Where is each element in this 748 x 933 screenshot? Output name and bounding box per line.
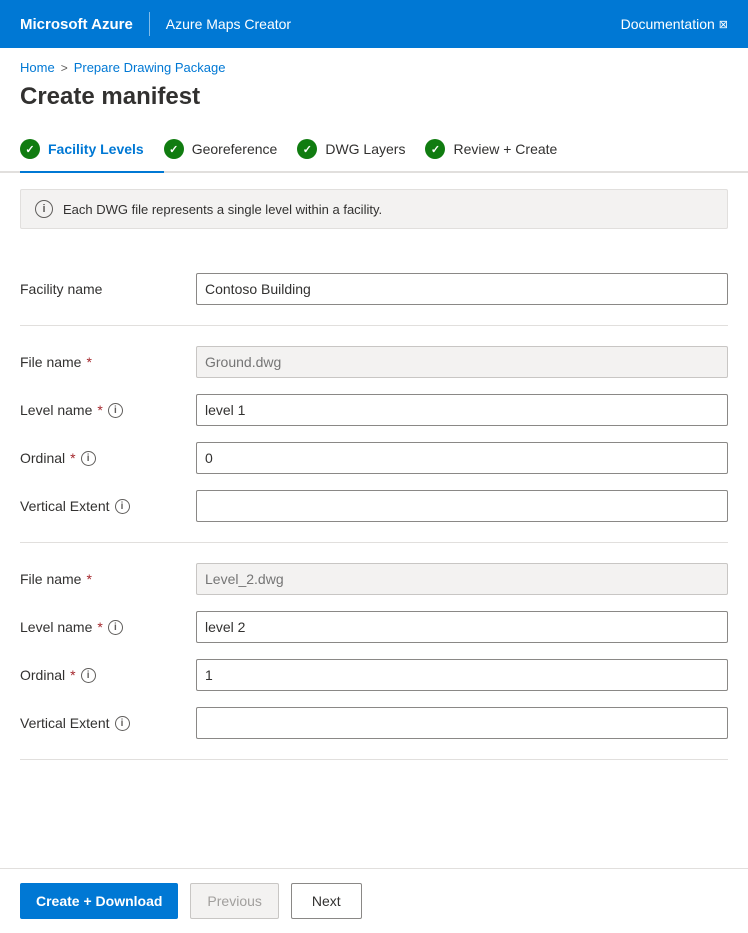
level1-filename-label: File name *: [20, 354, 180, 370]
top-navigation: Microsoft Azure Azure Maps Creator Docum…: [0, 0, 748, 48]
level1-levelname-label: Level name * i: [20, 402, 180, 418]
step-dwg-layers[interactable]: ✓ DWG Layers: [297, 127, 425, 171]
documentation-link[interactable]: Documentation ⊠: [621, 16, 728, 32]
breadcrumb: Home > Prepare Drawing Package: [0, 48, 748, 79]
level1-ordinal-row: Ordinal * i: [20, 434, 728, 482]
step-check-review-create: ✓: [425, 139, 445, 159]
level1-ordinal-info-icon[interactable]: i: [81, 451, 96, 466]
step-check-dwg-layers: ✓: [297, 139, 317, 159]
level2-vertical-info-icon[interactable]: i: [115, 716, 130, 731]
level1-filename-required: *: [86, 354, 91, 370]
level2-levelname-info-icon[interactable]: i: [108, 620, 123, 635]
step-facility-levels[interactable]: ✓ Facility Levels: [20, 127, 164, 173]
step-review-create[interactable]: ✓ Review + Create: [425, 127, 577, 171]
breadcrumb-home[interactable]: Home: [20, 60, 55, 75]
level2-levelname-label: Level name * i: [20, 619, 180, 635]
level1-vertical-info-icon[interactable]: i: [115, 499, 130, 514]
previous-button: Previous: [190, 883, 278, 919]
level2-vertical-label: Vertical Extent i: [20, 715, 180, 731]
level2-ordinal-label: Ordinal * i: [20, 667, 180, 683]
level1-vertical-label: Vertical Extent i: [20, 498, 180, 514]
level1-levelname-required: *: [97, 402, 102, 418]
step-label-review-create: Review + Create: [453, 141, 557, 157]
next-button[interactable]: Next: [291, 883, 362, 919]
level2-filename-row: File name *: [20, 555, 728, 603]
level2-section: File name * Level name * i Ordinal * i: [20, 543, 728, 760]
facility-name-label: Facility name: [20, 281, 180, 297]
level2-vertical-row: Vertical Extent i: [20, 699, 728, 747]
create-download-button[interactable]: Create + Download: [20, 883, 178, 919]
level2-ordinal-info-icon[interactable]: i: [81, 668, 96, 683]
form-area: Facility name File name * Level name * i: [0, 245, 748, 768]
facility-name-input[interactable]: [196, 273, 728, 305]
info-banner: i Each DWG file represents a single leve…: [20, 189, 728, 229]
page-title: Create manifest: [0, 79, 748, 127]
stepper: ✓ Facility Levels ✓ Georeference ✓ DWG L…: [0, 127, 748, 173]
level2-ordinal-input[interactable]: [196, 659, 728, 691]
footer: Create + Download Previous Next: [0, 868, 748, 933]
level1-filename-row: File name *: [20, 338, 728, 386]
level2-filename-label: File name *: [20, 571, 180, 587]
step-label-georeference: Georeference: [192, 141, 278, 157]
level2-filename-input: [196, 563, 728, 595]
level2-vertical-input[interactable]: [196, 707, 728, 739]
level2-ordinal-row: Ordinal * i: [20, 651, 728, 699]
step-georeference[interactable]: ✓ Georeference: [164, 127, 298, 171]
level1-levelname-input[interactable]: [196, 394, 728, 426]
level1-ordinal-label: Ordinal * i: [20, 450, 180, 466]
level1-ordinal-required: *: [70, 450, 75, 466]
step-check-georeference: ✓: [164, 139, 184, 159]
facility-name-row: Facility name: [20, 265, 728, 313]
external-link-icon: ⊠: [719, 18, 728, 31]
level1-vertical-row: Vertical Extent i: [20, 482, 728, 530]
level1-levelname-row: Level name * i: [20, 386, 728, 434]
level2-levelname-input[interactable]: [196, 611, 728, 643]
level1-section: File name * Level name * i Ordinal * i: [20, 326, 728, 543]
nav-divider: [149, 12, 150, 36]
level1-vertical-input[interactable]: [196, 490, 728, 522]
product-name: Azure Maps Creator: [166, 16, 291, 32]
step-label-facility-levels: Facility Levels: [48, 141, 144, 157]
info-banner-text: Each DWG file represents a single level …: [63, 202, 382, 217]
level2-filename-required: *: [86, 571, 91, 587]
level2-levelname-required: *: [97, 619, 102, 635]
facility-name-section: Facility name: [20, 253, 728, 326]
brand-name: Microsoft Azure: [20, 16, 133, 33]
level1-filename-input: [196, 346, 728, 378]
level1-ordinal-input[interactable]: [196, 442, 728, 474]
level1-levelname-info-icon[interactable]: i: [108, 403, 123, 418]
info-icon: i: [35, 200, 53, 218]
level2-ordinal-required: *: [70, 667, 75, 683]
breadcrumb-current: Prepare Drawing Package: [74, 60, 226, 75]
step-label-dwg-layers: DWG Layers: [325, 141, 405, 157]
breadcrumb-separator: >: [61, 61, 68, 75]
level2-levelname-row: Level name * i: [20, 603, 728, 651]
step-check-facility-levels: ✓: [20, 139, 40, 159]
